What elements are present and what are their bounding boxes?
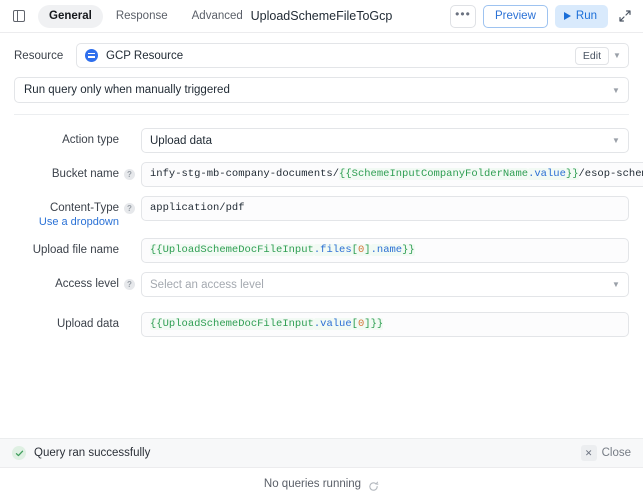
field-row-content-type: Content-Type Use a dropdown ? applicatio… <box>14 196 629 229</box>
chevron-down-icon[interactable]: ▼ <box>608 280 624 289</box>
field-label-action-type: Action type <box>62 134 119 146</box>
bucket-name-input[interactable]: infy-stg-mb-company-documents/{{SchemeIn… <box>141 162 643 187</box>
panel-left-toggle-button[interactable] <box>8 5 30 27</box>
use-a-dropdown-link[interactable]: Use a dropdown <box>14 216 119 229</box>
expand-arrows-icon[interactable] <box>615 6 635 26</box>
status-bar: Query ran successfully ✕ Close <box>0 438 643 467</box>
tab-advanced[interactable]: Advanced <box>181 5 254 28</box>
chevron-down-icon[interactable]: ▼ <box>608 136 624 145</box>
access-level-placeholder: Select an access level <box>150 278 264 291</box>
footer-message: No queries running <box>263 478 362 490</box>
help-icon-access-level[interactable]: ? <box>124 279 135 290</box>
chevron-down-icon[interactable]: ▼ <box>609 51 625 60</box>
trigger-mode-select[interactable]: Run query only when manually triggered ▼ <box>14 77 629 103</box>
tab-general[interactable]: General <box>38 4 103 28</box>
close-status-button[interactable]: ✕ Close <box>580 445 631 461</box>
footer-bar: No queries running <box>0 467 643 500</box>
trigger-mode-value: Run query only when manually triggered <box>24 84 230 96</box>
content-type-input[interactable]: application/pdf <box>141 196 629 221</box>
close-label: Close <box>601 447 631 459</box>
access-level-select[interactable]: Select an access level ▼ <box>141 272 629 297</box>
refresh-icon <box>368 479 379 491</box>
action-type-value: Upload data <box>150 134 213 147</box>
help-icon-spacer: ? <box>124 135 135 146</box>
field-row-upload-file-name: Upload file name ? {{UploadSchemeDocFile… <box>14 238 629 263</box>
preview-button[interactable]: Preview <box>482 4 548 28</box>
run-button[interactable]: Run <box>554 4 608 28</box>
field-label-upload-data: Upload data <box>56 318 119 330</box>
more-options-button[interactable]: ••• <box>449 4 476 28</box>
edit-resource-button[interactable]: Edit <box>574 46 609 65</box>
help-icon-content-type[interactable]: ? <box>124 203 135 214</box>
resource-name: GCP Resource <box>106 49 184 62</box>
field-label-content-type: Content-Type Use a dropdown <box>14 196 119 229</box>
gcp-resource-icon <box>85 49 98 62</box>
field-row-upload-data: Upload data ? {{UploadSchemeDocFileInput… <box>14 312 629 337</box>
chevron-down-icon[interactable]: ▼ <box>608 86 624 95</box>
panel-left-icon <box>13 10 25 22</box>
content-type-value: application/pdf <box>150 202 245 214</box>
help-icon-bucket-name[interactable]: ? <box>124 169 135 180</box>
help-icon-spacer: ? <box>124 319 135 330</box>
resource-select[interactable]: GCP Resource Edit ▼ <box>76 43 629 68</box>
field-label-access-level: Access level <box>55 278 119 290</box>
field-label-upload-file-name: Upload file name <box>32 244 119 256</box>
run-button-label: Run <box>575 10 597 22</box>
tab-response[interactable]: Response <box>105 5 179 28</box>
trigger-row: Run query only when manually triggered ▼ <box>0 68 643 103</box>
help-icon-spacer: ? <box>124 245 135 256</box>
field-row-bucket-name: Bucket name ? infy-stg-mb-company-docume… <box>14 162 643 187</box>
upload-data-value: {{UploadSchemeDocFileInput.value[0]}} <box>150 318 384 330</box>
editor-body: Resource GCP Resource Edit ▼ Run query o… <box>0 33 643 467</box>
play-icon <box>563 12 571 20</box>
resource-label: Resource <box>14 49 64 62</box>
upload-file-name-input[interactable]: {{UploadSchemeDocFileInput.files[0].name… <box>141 238 629 263</box>
tab-bar: General Response Advanced <box>38 4 254 28</box>
bucket-name-value: infy-stg-mb-company-documents/{{SchemeIn… <box>150 168 643 180</box>
field-label-bucket-name: Bucket name <box>51 168 119 180</box>
field-row-access-level: Access level ? Select an access level ▼ <box>14 272 629 297</box>
content-type-label-text: Content-Type <box>49 202 119 214</box>
action-type-select[interactable]: Upload data ▼ <box>141 128 629 153</box>
status-message: Query ran successfully <box>34 447 151 459</box>
upload-file-name-value: {{UploadSchemeDocFileInput.files[0].name… <box>150 244 415 256</box>
header-actions: ••• Preview Run <box>449 4 635 28</box>
resource-row: Resource GCP Resource Edit ▼ <box>0 33 643 68</box>
upload-data-input[interactable]: {{UploadSchemeDocFileInput.value[0]}} <box>141 312 629 337</box>
fields-container: Action type ? Upload data ▼ Bucket name … <box>0 115 643 337</box>
query-editor-panel: General Response Advanced UploadSchemeFi… <box>0 0 643 500</box>
editor-header: General Response Advanced UploadSchemeFi… <box>0 0 643 33</box>
close-icon: ✕ <box>580 445 597 461</box>
field-row-action-type: Action type ? Upload data ▼ <box>14 128 629 153</box>
check-circle-icon <box>12 446 26 460</box>
